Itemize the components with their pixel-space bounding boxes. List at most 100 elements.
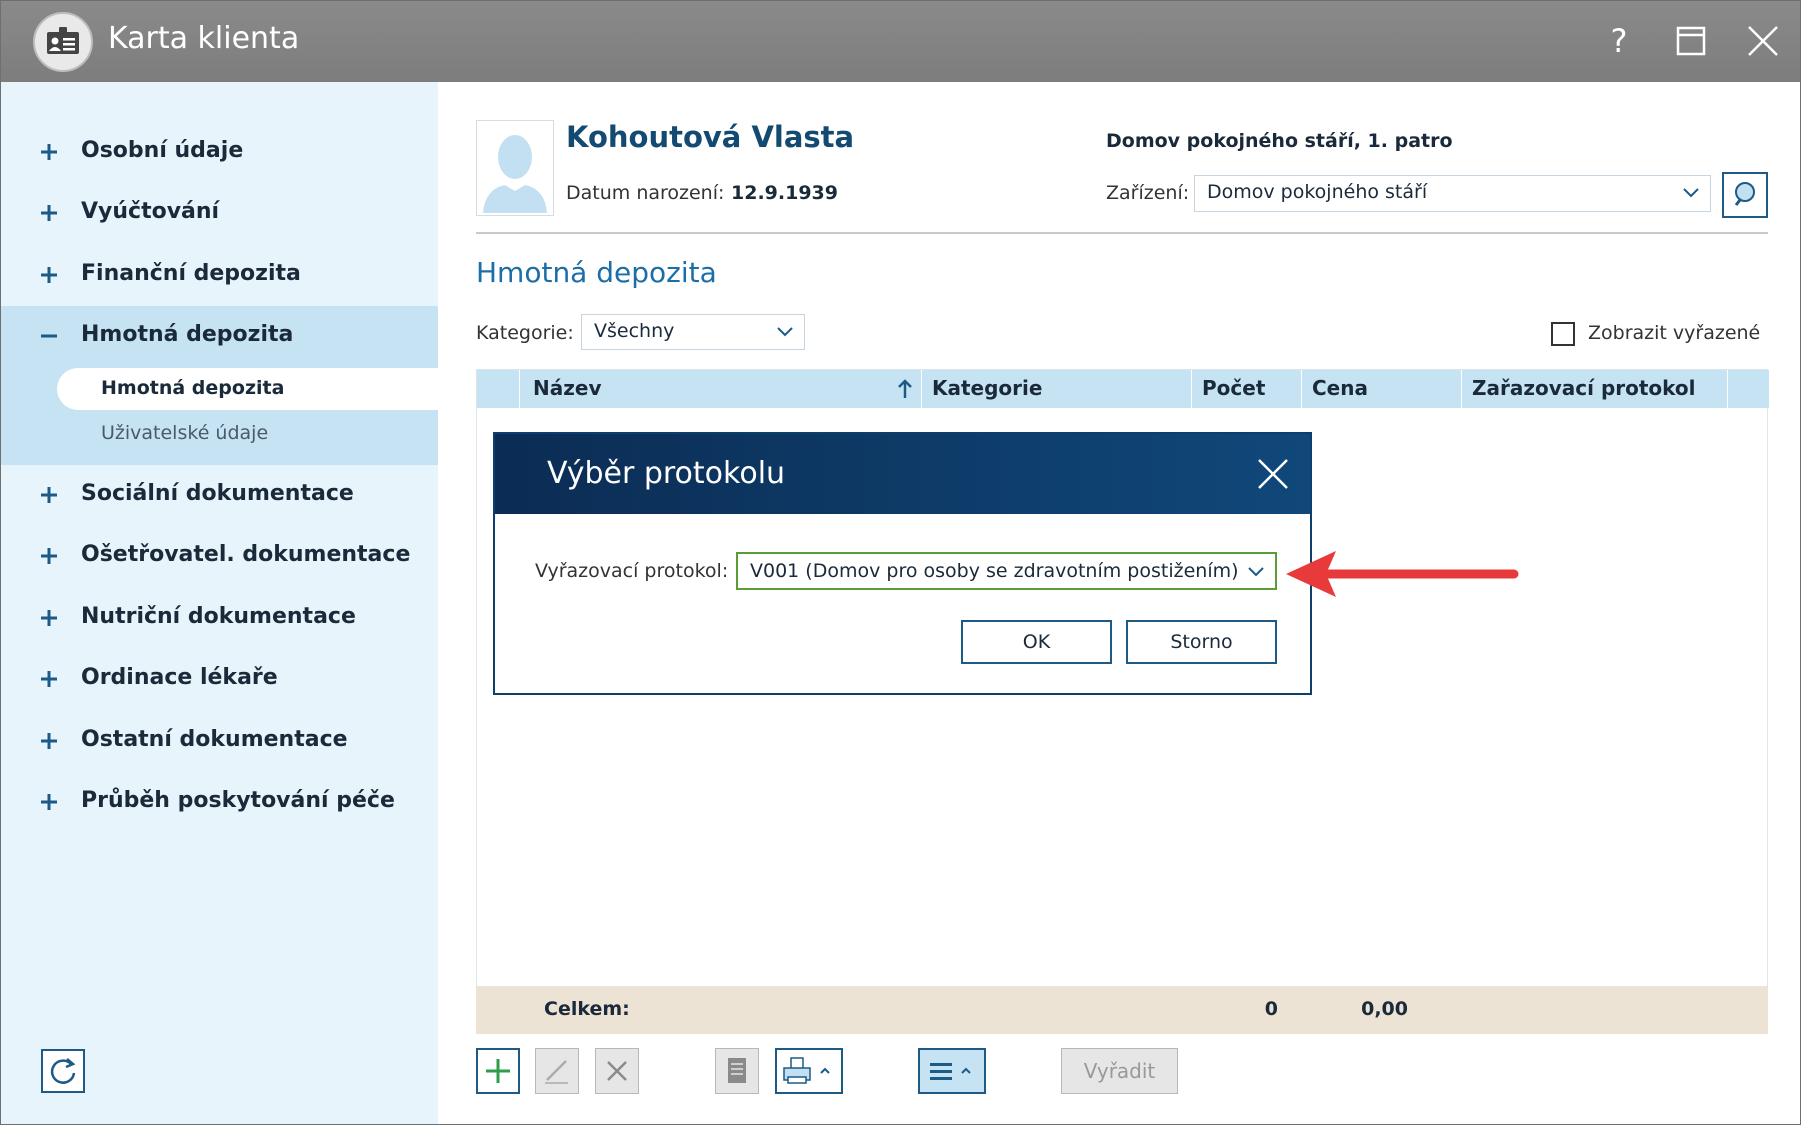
expand-icon: [41, 671, 57, 687]
discard-protocol-select[interactable]: V001 (Domov pro osoby se zdravotním post…: [736, 552, 1277, 590]
print-menu-button[interactable]: [775, 1048, 843, 1094]
sidebar-item-label: Hmotná depozita: [81, 322, 294, 347]
discard-protocol-value: V001 (Domov pro osoby se zdravotním post…: [750, 560, 1239, 582]
category-select[interactable]: Všechny: [581, 314, 805, 350]
sidebar-item-label: Ostatní dokumentace: [81, 727, 348, 752]
refresh-icon: [50, 1058, 76, 1084]
footer-total-count: 0: [1264, 998, 1278, 1020]
facility-label: Zařízení:: [1106, 182, 1190, 204]
edit-button[interactable]: [535, 1048, 579, 1094]
sort-ascending-icon: [898, 379, 912, 398]
category-select-value: Všechny: [594, 320, 675, 342]
search-icon: [1734, 182, 1755, 206]
client-location: Domov pokojného stáří, 1. patro: [1106, 130, 1453, 152]
client-card-icon: [33, 12, 93, 72]
discard-protocol-label: Vyřazovací protokol:: [535, 560, 729, 582]
client-card-window: Karta klienta ? Osobní údaje Vyúčtování …: [0, 0, 1801, 1125]
expand-icon: [41, 733, 57, 749]
dialog-close-button[interactable]: [1255, 456, 1291, 492]
sidebar-subitem-hmotna-depozita[interactable]: Hmotná depozita: [101, 377, 284, 399]
footer-total-label: Celkem:: [544, 998, 630, 1020]
facility-select-value: Domov pokojného stáří: [1207, 181, 1428, 203]
help-icon: ?: [1610, 22, 1628, 60]
facility-select[interactable]: Domov pokojného stáří: [1194, 175, 1711, 212]
header-divider: [476, 232, 1768, 234]
sidebar-item-label: Osobní údaje: [81, 138, 244, 163]
dialog-ok-button[interactable]: OK: [961, 620, 1112, 664]
show-discarded-label: Zobrazit vyřazené: [1588, 322, 1761, 344]
maximize-button[interactable]: [1669, 19, 1713, 63]
sidebar-item-ordinace-lekare[interactable]: Ordinace lékaře: [1, 649, 438, 709]
expand-icon: [41, 487, 57, 503]
sidebar-subitem-uzivatelske-udaje[interactable]: Uživatelské údaje: [101, 422, 268, 444]
sidebar-item-nutricni-dokumentace[interactable]: Nutriční dokumentace: [1, 588, 438, 648]
sidebar-item-label: Průběh poskytování péče: [81, 788, 395, 813]
sidebar-item-osobni-udaje[interactable]: Osobní údaje: [1, 122, 438, 182]
sidebar-item-label: Finanční depozita: [81, 261, 301, 286]
help-button[interactable]: ?: [1597, 19, 1641, 63]
column-separator: [1461, 370, 1462, 408]
expand-icon: [41, 144, 57, 160]
expand-icon: [41, 205, 57, 221]
column-separator: [921, 370, 922, 408]
sidebar-item-label: Sociální dokumentace: [81, 481, 354, 506]
sidebar-item-socialni-dokumentace[interactable]: Sociální dokumentace: [1, 465, 438, 525]
menu-icon: [930, 1063, 971, 1080]
column-separator: [519, 370, 520, 408]
column-header-kategorie[interactable]: Kategorie: [932, 376, 1042, 400]
search-client-button[interactable]: [1722, 172, 1768, 218]
dob-value: 12.9.1939: [731, 182, 838, 204]
chevron-down-icon: [1683, 188, 1699, 198]
sidebar-item-ostatni-dokumentace[interactable]: Ostatní dokumentace: [1, 711, 438, 771]
document-button[interactable]: [715, 1048, 759, 1094]
window-title: Karta klienta: [108, 21, 300, 56]
add-button[interactable]: [476, 1048, 520, 1094]
chevron-down-icon: [777, 327, 793, 337]
sidebar-item-label: Nutriční dokumentace: [81, 604, 356, 629]
client-name: Kohoutová Vlasta: [566, 120, 855, 154]
column-header-zarazovaci-protokol[interactable]: Zařazovací protokol: [1472, 376, 1696, 400]
delete-button[interactable]: [595, 1048, 639, 1094]
delete-icon: [607, 1061, 627, 1081]
sidebar-item-hmotna-depozita[interactable]: Hmotná depozita: [1, 306, 438, 366]
sidebar-item-prubeh-poskytovani-pece[interactable]: Průběh poskytování péče: [1, 772, 438, 832]
category-label: Kategorie:: [476, 322, 574, 344]
sidebar-item-label: Vyúčtování: [81, 199, 220, 224]
column-header-cena[interactable]: Cena: [1312, 376, 1368, 400]
printer-icon: [783, 1057, 830, 1084]
person-icon: [483, 135, 547, 213]
discard-button[interactable]: Vyřadit: [1061, 1048, 1178, 1094]
more-actions-menu-button[interactable]: [918, 1048, 986, 1094]
sidebar-item-vyuctovani[interactable]: Vyúčtování: [1, 183, 438, 243]
column-header-pocet[interactable]: Počet: [1202, 376, 1265, 400]
show-discarded-checkbox[interactable]: [1551, 322, 1575, 346]
column-separator: [1191, 370, 1192, 408]
grid-footer: Celkem: 0 0,00: [476, 986, 1768, 1034]
column-header-nazev[interactable]: Název: [533, 376, 601, 400]
dialog-cancel-button[interactable]: Storno: [1126, 620, 1277, 664]
document-icon: [728, 1058, 746, 1083]
maximize-icon: [1676, 26, 1706, 56]
expand-icon: [41, 794, 57, 810]
collapse-icon: [41, 334, 57, 338]
grid-header: Název Kategorie Počet Cena Zařazovací pr…: [477, 370, 1769, 408]
column-separator: [1301, 370, 1302, 408]
sidebar-item-label: Ošetřovatel. dokumentace: [81, 542, 411, 567]
expand-icon: [41, 267, 57, 283]
close-window-button[interactable]: [1741, 19, 1785, 63]
dialog-title: Výběr protokolu: [547, 456, 786, 491]
sidebar-item-label: Ordinace lékaře: [81, 665, 278, 690]
dialog-header: Výběr protokolu: [495, 434, 1310, 514]
title-bar: Karta klienta ?: [1, 1, 1800, 82]
sidebar: Osobní údaje Vyúčtování Finanční depozit…: [1, 82, 438, 1124]
sidebar-item-osetrovatel-dokumentace[interactable]: Ošetřovatel. dokumentace: [1, 526, 438, 586]
plus-icon: [486, 1059, 510, 1083]
client-avatar: [476, 120, 554, 216]
footer-total-price: 0,00: [1361, 998, 1408, 1020]
close-icon: [1258, 459, 1288, 489]
refresh-button[interactable]: [41, 1049, 85, 1093]
expand-icon: [41, 548, 57, 564]
sidebar-item-financni-depozita[interactable]: Finanční depozita: [1, 245, 438, 305]
chevron-down-icon: [1248, 567, 1264, 577]
close-icon: [1748, 26, 1778, 56]
